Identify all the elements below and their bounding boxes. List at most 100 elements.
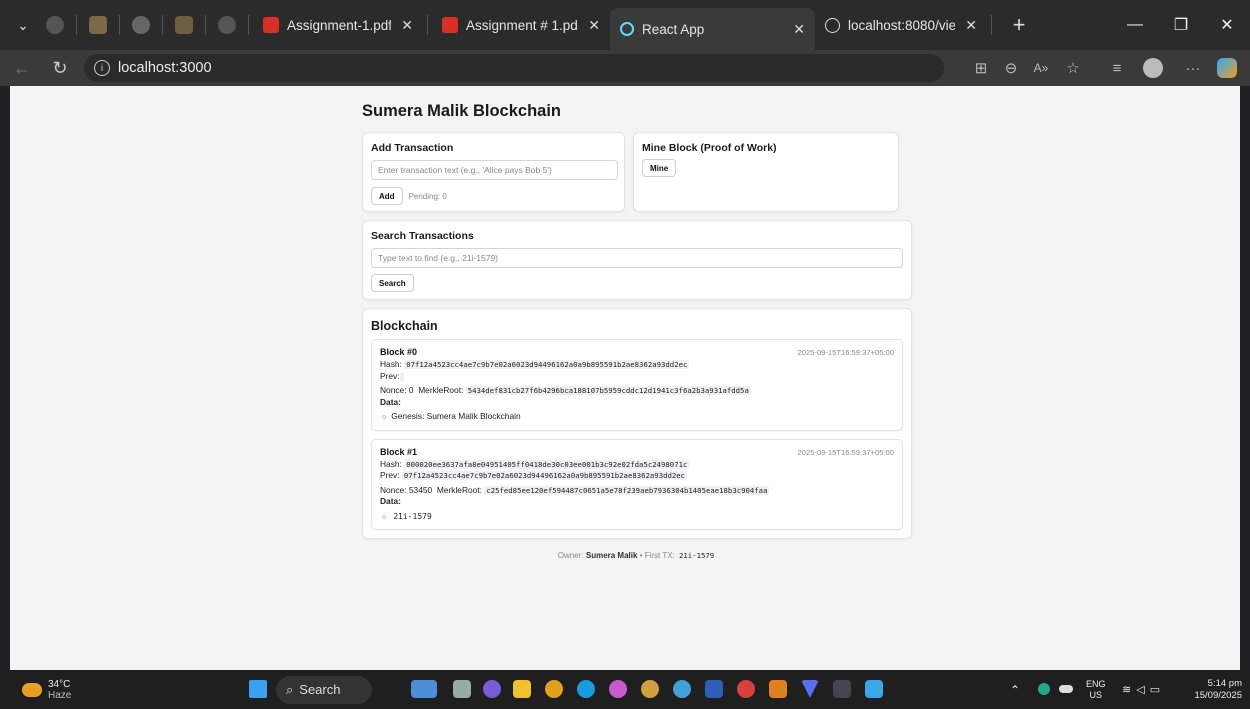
hash-label: Hash: <box>380 458 402 469</box>
pdf-icon <box>263 17 279 33</box>
block-merkle-root: 5434def831cb27f6b4296bca188107b5959cddc1… <box>465 386 751 395</box>
page-viewport: Sumera Malik Blockchain Add Transaction … <box>10 86 1240 670</box>
browser-tab-strip: ⌄ Assignment-1.pdf ✕ Assignment # 1.pdf … <box>0 0 1250 50</box>
close-icon[interactable]: ✕ <box>391 17 413 34</box>
mine-button[interactable]: Mine <box>642 159 677 177</box>
pinned-tab[interactable] <box>212 10 242 40</box>
add-button[interactable]: Add <box>371 187 403 205</box>
block-hash: 07f12a4523cc4ae7c9b7e02a6023d94496162a0a… <box>404 360 690 369</box>
clock[interactable]: 5:14 pm 15/09/2025 <box>1190 670 1242 709</box>
favorite-star-icon[interactable]: ☆ <box>1058 50 1088 86</box>
zoom-icon[interactable]: ⊖ <box>996 50 1026 86</box>
mine-block-card: Mine Block (Proof of Work) Mine <box>633 132 899 212</box>
search-transactions-heading: Search Transactions <box>371 230 474 242</box>
block-merkle-root: c25fed85ee120ef594487c0651a5e78f239aeb79… <box>484 485 770 495</box>
refresh-icon[interactable]: ↻ <box>44 53 76 83</box>
network-volume-battery-icons[interactable]: ≋ ◁ ▭ <box>1122 670 1160 709</box>
block-timestamp: 2025-09-15T16:59:37+05:00 <box>797 348 894 357</box>
language-code: ENG <box>1086 678 1106 689</box>
window-close-icon[interactable]: ✕ <box>1204 0 1250 50</box>
vpn-icon[interactable] <box>796 675 824 703</box>
transaction-input[interactable]: Enter transaction text (e.g., 'Alice pay… <box>371 160 618 180</box>
restore-icon[interactable]: ❐ <box>1158 0 1204 50</box>
pinned-tab[interactable] <box>83 10 113 40</box>
pinned-tab[interactable] <box>40 10 70 40</box>
data-label: Data: <box>380 396 401 407</box>
react-icon <box>620 22 634 36</box>
minimize-icon[interactable]: — <box>1112 0 1158 50</box>
settings-icon <box>46 16 64 34</box>
footer-first-tx-label: • First TX: <box>639 551 675 560</box>
taskbar-search[interactable]: ⌕ Search <box>276 670 372 709</box>
settings-icon <box>218 16 236 34</box>
chrome-profile-icon[interactable] <box>732 675 760 703</box>
url-text: localhost:3000 <box>118 60 212 76</box>
close-icon[interactable]: ✕ <box>578 17 600 34</box>
pinned-tab[interactable] <box>126 10 156 40</box>
search-button[interactable]: Search <box>371 274 414 292</box>
copilot-icon[interactable] <box>1212 50 1242 86</box>
split-screen-icon[interactable]: ⊞ <box>966 50 996 86</box>
show-hidden-icons-chevron-icon[interactable]: ⌃ <box>1010 670 1020 709</box>
address-bar[interactable]: i localhost:3000 <box>84 54 944 82</box>
block-timestamp: 2025-09-15T16:59:37+05:00 <box>797 447 894 457</box>
pinned-tab[interactable] <box>169 10 199 40</box>
weather-temperature: 34°C <box>48 678 71 690</box>
tab-separator <box>76 15 77 35</box>
task-view-icon[interactable] <box>448 675 476 703</box>
widget-icon[interactable] <box>410 675 438 703</box>
new-tab-plus-icon[interactable]: + <box>1004 10 1034 40</box>
weather-description: Haze <box>48 689 72 701</box>
file-explorer-icon[interactable] <box>508 675 536 703</box>
tab-assignment-1[interactable]: Assignment-1.pdf ✕ <box>253 7 423 43</box>
block-data-item: 21i-1579 <box>393 511 432 521</box>
thumbnail-icon <box>89 16 107 34</box>
tab-separator <box>248 15 249 35</box>
tab-label: React App <box>642 21 705 37</box>
prev-label: Prev: <box>380 370 400 381</box>
onedrive-cloud-icon[interactable] <box>1052 675 1080 703</box>
weather-widget[interactable]: 34°C Haze <box>22 670 71 709</box>
block-nonce: 53450 <box>408 484 433 495</box>
tab-localhost-8080[interactable]: localhost:8080/view ✕ <box>815 7 987 43</box>
terminal-icon[interactable] <box>828 675 856 703</box>
chrome-profile-icon[interactable] <box>668 675 696 703</box>
pdf-icon <box>442 17 458 33</box>
tab-label: localhost:8080/view <box>848 17 956 33</box>
more-options-icon[interactable]: ··· <box>1178 50 1208 86</box>
profile-avatar-icon[interactable] <box>1138 50 1168 86</box>
back-arrow-icon[interactable]: ← <box>6 53 38 83</box>
word-icon[interactable] <box>700 675 728 703</box>
language-indicator[interactable]: ENG US <box>1086 670 1106 709</box>
notepad-icon[interactable] <box>860 675 888 703</box>
edge-icon[interactable] <box>572 675 600 703</box>
app-container: Sumera Malik Blockchain Add Transaction … <box>362 86 912 560</box>
favorites-list-icon[interactable]: ≡ <box>1102 50 1132 86</box>
close-icon[interactable]: ✕ <box>783 21 805 38</box>
block-hash: 000020ee3637afa8e04951405ff0418de30c03ee… <box>404 459 690 469</box>
tab-label: Assignment # 1.pdf <box>466 17 579 33</box>
search-transactions-input[interactable]: Type text to find (e.g., 21i-1579) <box>371 248 903 268</box>
windows-start-icon[interactable] <box>244 675 272 703</box>
close-icon[interactable]: ✕ <box>955 17 977 34</box>
blockchain-card: Blockchain Block #0 2025-09-15T16:59:37+… <box>362 308 912 539</box>
read-aloud-icon[interactable]: A» <box>1026 50 1056 86</box>
tab-separator <box>991 15 992 35</box>
weather-haze-icon <box>22 682 42 697</box>
tab-actions-chevron-icon[interactable]: ⌄ <box>8 10 38 40</box>
tab-assignment-2[interactable]: Assignment # 1.pdf ✕ <box>432 7 610 43</box>
chrome-icon[interactable] <box>540 675 568 703</box>
chrome-profile-icon[interactable] <box>604 675 632 703</box>
site-info-icon[interactable]: i <box>94 60 110 76</box>
owner-footer: Owner: Sumera Malik • First TX: 21i-1579 <box>362 551 912 560</box>
mine-block-heading: Mine Block (Proof of Work) <box>642 142 777 154</box>
app-icon[interactable] <box>478 675 506 703</box>
battery-icon: ▭ <box>1149 684 1161 696</box>
chrome-profile-icon[interactable] <box>636 675 664 703</box>
clock-date: 15/09/2025 <box>1194 689 1242 701</box>
data-label: Data: <box>380 496 401 506</box>
block-prev-hash <box>399 371 404 381</box>
app-icon[interactable] <box>764 675 792 703</box>
tab-react-app[interactable]: React App ✕ <box>610 8 815 50</box>
footer-first-tx: 21i-1579 <box>679 551 715 560</box>
